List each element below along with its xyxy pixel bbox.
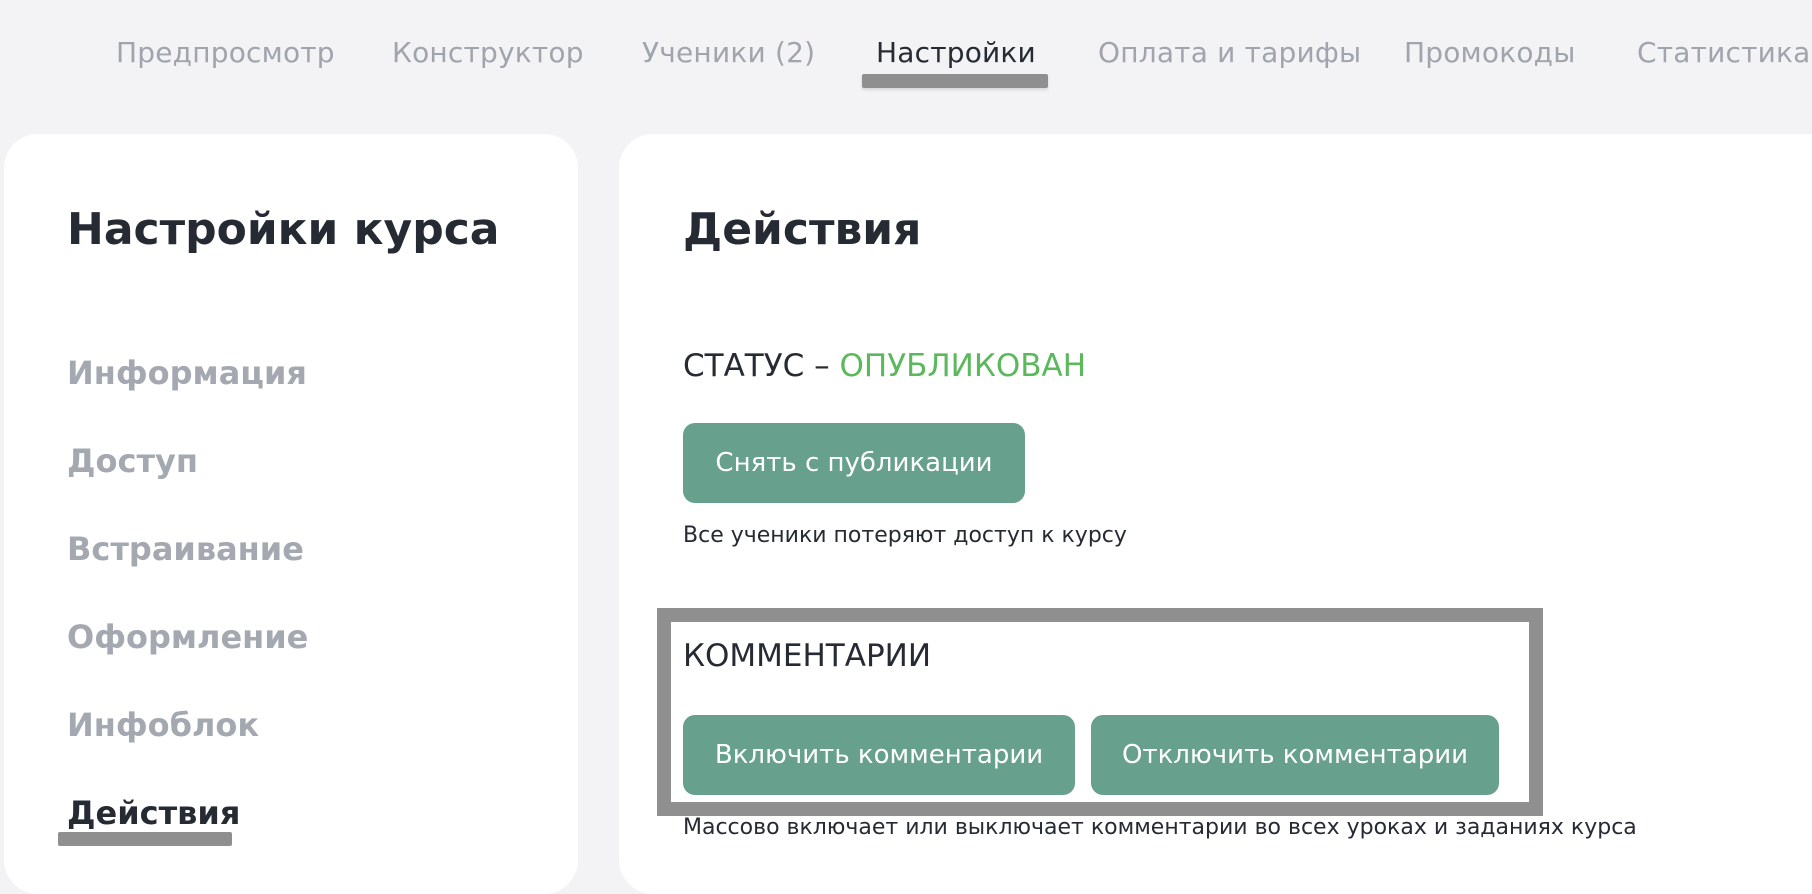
sidebar-item-actions[interactable]: Действия [67,794,240,832]
sidebar-title: Настройки курса [67,204,500,255]
sidebar-item-design[interactable]: Оформление [67,618,308,656]
settings-sidebar: Настройки курса Информация Доступ Встраи… [4,134,578,894]
unpublish-hint: Все ученики потеряют доступ к курсу [683,523,1127,548]
sidebar-item-information[interactable]: Информация [67,354,307,392]
status-line: СТАТУС – ОПУБЛИКОВАН [683,348,1086,384]
active-sidebar-indicator [58,832,232,846]
comments-section-title: КОММЕНТАРИИ [683,638,932,674]
tab-promocodes[interactable]: Промокоды [1404,36,1576,69]
sidebar-item-infoblock[interactable]: Инфоблок [67,706,259,744]
disable-comments-button[interactable]: Отключить комментарии [1091,715,1499,795]
comments-hint: Массово включает или выключает комментар… [683,815,1637,840]
actions-panel: Действия СТАТУС – ОПУБЛИКОВАН Снять с пу… [619,134,1812,894]
top-tab-bar: Предпросмотр Конструктор Ученики (2) Нас… [0,0,1812,100]
tab-statistics[interactable]: Статистика [1637,36,1811,69]
tab-settings[interactable]: Настройки [876,36,1036,69]
tab-constructor[interactable]: Конструктор [392,36,584,69]
tab-payment-and-tariffs[interactable]: Оплата и тарифы [1098,36,1361,69]
tab-preview[interactable]: Предпросмотр [116,36,335,69]
sidebar-item-embedding[interactable]: Встраивание [67,530,304,568]
enable-comments-button[interactable]: Включить комментарии [683,715,1075,795]
page-title: Действия [683,204,922,255]
sidebar-item-access[interactable]: Доступ [67,442,198,480]
status-label: СТАТУС – [683,348,830,384]
active-tab-indicator [862,74,1048,88]
unpublish-button[interactable]: Снять с публикации [683,423,1025,503]
status-badge: ОПУБЛИКОВАН [839,348,1087,384]
tab-students[interactable]: Ученики (2) [642,36,815,69]
